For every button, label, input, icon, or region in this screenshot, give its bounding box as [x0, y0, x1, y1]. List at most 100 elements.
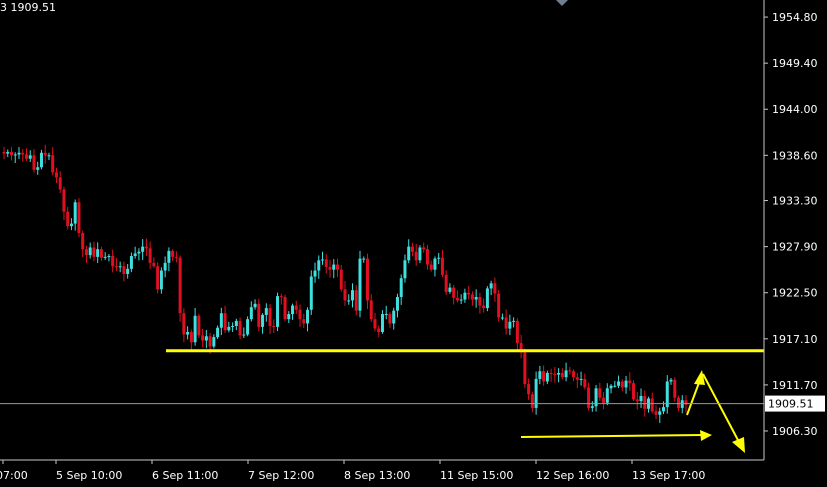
candle [497, 289, 501, 322]
candle-body [617, 381, 621, 386]
candle [658, 407, 662, 423]
candle-body [306, 309, 310, 324]
candle [298, 304, 302, 328]
y-tick-label: 1954.80 [772, 11, 818, 24]
candle-body [474, 296, 478, 300]
candle [654, 405, 658, 420]
candlestick-chart[interactable]: 1954.80 1949.40 1944.00 1938.60 1933.30 1927.… [0, 0, 827, 487]
candle-body [32, 155, 36, 170]
candle-body [24, 154, 28, 159]
candle [242, 327, 246, 339]
candle-body [530, 394, 534, 408]
candle [276, 292, 280, 332]
candle-body [39, 152, 43, 168]
candle [144, 238, 148, 256]
candle-body [129, 256, 133, 269]
candle-body [148, 248, 152, 263]
candle [167, 247, 171, 272]
candle-body [347, 300, 351, 302]
candle-body [609, 385, 613, 389]
candle-body [437, 257, 441, 259]
candle-body [422, 247, 426, 250]
candle [350, 283, 354, 308]
candle-body [410, 246, 414, 252]
candle-body [92, 247, 96, 257]
down-arrow-line[interactable] [702, 373, 740, 443]
candle [602, 391, 606, 410]
candle-body [380, 314, 384, 332]
trend-arrow-line[interactable] [520, 434, 703, 438]
candle [24, 148, 28, 161]
y-tick-label: 1944.00 [772, 103, 818, 116]
candle-body [36, 167, 40, 170]
candle [219, 307, 223, 336]
candle-body [677, 397, 681, 408]
candle-body [88, 247, 92, 256]
candle [512, 317, 516, 328]
candle [673, 377, 677, 402]
candle-body [272, 326, 276, 328]
candle [392, 307, 396, 330]
candle [178, 255, 182, 322]
candle [204, 330, 208, 349]
candle [530, 391, 534, 413]
candle [485, 286, 489, 312]
candle [107, 253, 111, 262]
candle-body [62, 189, 66, 212]
candle-body [538, 371, 542, 379]
candle [163, 256, 167, 278]
candle [362, 256, 366, 263]
candle-body [583, 378, 587, 388]
candle [47, 152, 51, 161]
candle [474, 289, 478, 308]
candle-body [602, 397, 606, 403]
candle [560, 368, 564, 380]
current-price-label: 1909.51 [768, 398, 814, 411]
candle [545, 370, 549, 385]
candle-body [549, 372, 553, 374]
candle-body [291, 305, 295, 315]
candle-body [231, 326, 235, 328]
candle [572, 369, 576, 382]
candle [384, 305, 388, 320]
candle [249, 301, 253, 322]
candle [324, 254, 328, 274]
candle [28, 150, 32, 163]
candle-body [336, 264, 340, 270]
candle-body [287, 314, 291, 320]
x-tick-label: 13 Sep 17:00 [632, 469, 705, 482]
candle-body [201, 335, 205, 341]
up-arrow-line[interactable] [686, 379, 701, 416]
candle [234, 318, 238, 331]
candle [88, 242, 92, 259]
candle-body [388, 314, 392, 324]
candle [302, 313, 306, 329]
candle-body [553, 373, 557, 375]
candle [84, 245, 88, 263]
candle [216, 325, 220, 339]
candle [587, 382, 591, 411]
y-tick-label: 1938.60 [772, 149, 818, 162]
candle [212, 334, 216, 349]
candle [339, 264, 343, 292]
candle-body [564, 370, 568, 378]
candle-body [208, 336, 212, 347]
candle-body [418, 247, 422, 261]
trend-arrow-head [700, 430, 712, 441]
candle [306, 307, 310, 332]
candle-body [276, 296, 280, 327]
candle-body [512, 320, 516, 322]
candle [287, 311, 291, 323]
candle [519, 334, 523, 359]
candle-body [527, 384, 531, 395]
candle [291, 303, 295, 320]
candle [17, 147, 21, 159]
candle [246, 316, 250, 337]
x-tick-label: 5 Sep 10:00 [56, 469, 122, 482]
candle-body [77, 202, 81, 233]
candle [452, 285, 456, 305]
candle-body [493, 283, 497, 294]
shift-marker-icon[interactable] [556, 0, 568, 6]
candle [373, 312, 377, 332]
candle-body [182, 313, 186, 335]
